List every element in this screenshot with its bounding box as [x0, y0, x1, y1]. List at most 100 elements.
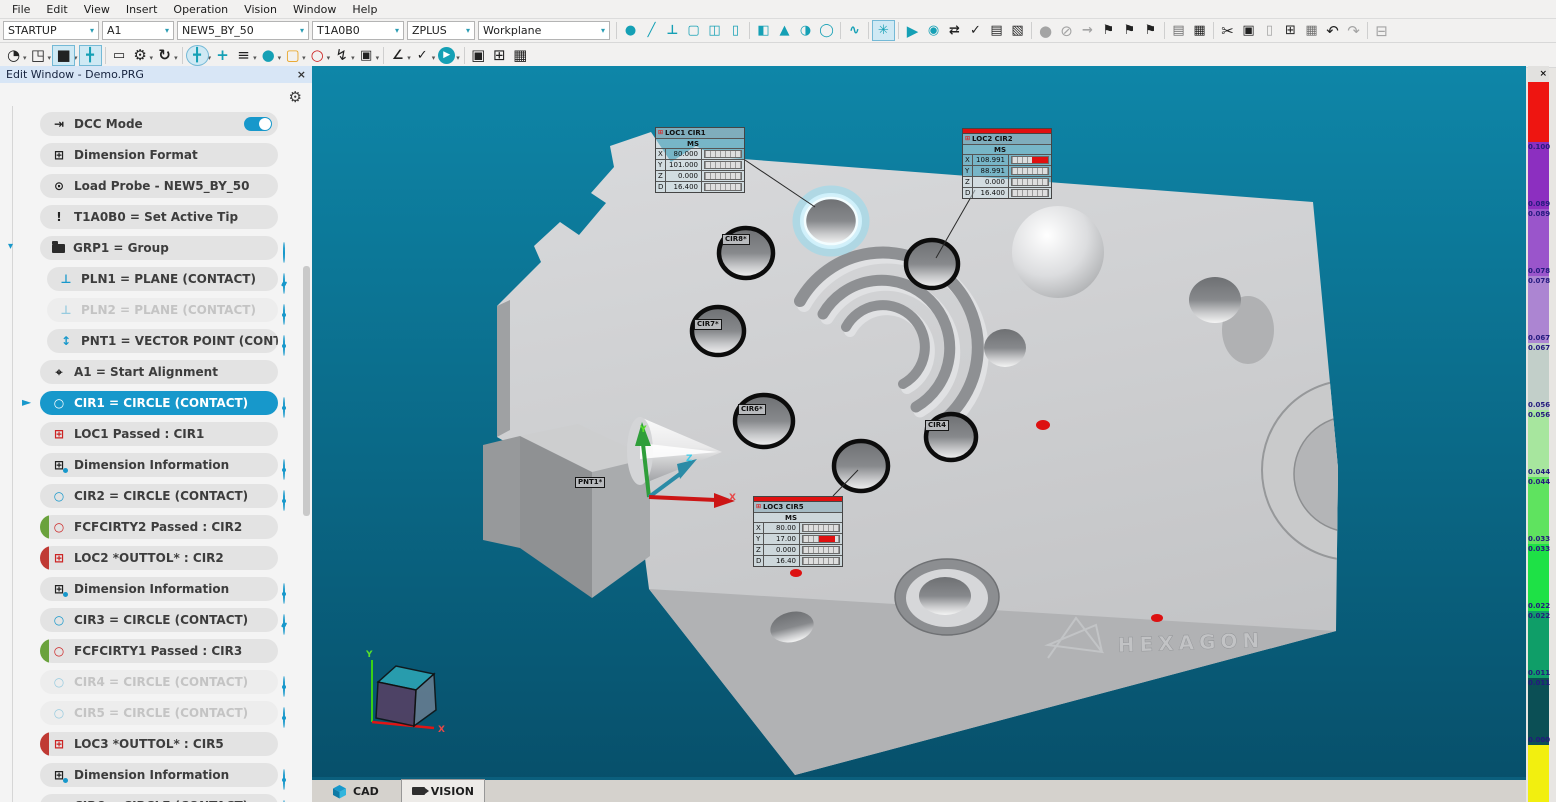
menu-view[interactable]: View [76, 2, 118, 17]
copy-view-icon[interactable]: ▣ [356, 46, 377, 65]
report-snapshot-icon[interactable]: ⊞ [489, 46, 510, 65]
measured-cone-icon[interactable]: ▲ [774, 21, 795, 40]
menu-vision[interactable]: Vision [236, 2, 285, 17]
measured-cylinder-icon[interactable]: ◧ [753, 21, 774, 40]
menu-file[interactable]: File [4, 2, 38, 17]
sphere-mode-icon[interactable]: ● [258, 46, 279, 65]
copy-icon[interactable]: ▣ [1238, 21, 1259, 40]
stop-icon[interactable]: ● [1035, 21, 1056, 40]
rotate-view-icon[interactable]: ↻ [154, 46, 175, 65]
wireframe-view-icon[interactable]: ◳ [28, 46, 49, 65]
dcc-mode-toggle[interactable] [244, 117, 272, 131]
animate-icon[interactable]: ▶ [438, 47, 455, 64]
visibility-toggle[interactable] [283, 615, 301, 627]
workplane-combo[interactable]: Workplane▾ [478, 21, 610, 40]
bookmark-clear-icon[interactable]: ⚑ [1140, 21, 1161, 40]
visibility-toggle[interactable] [283, 243, 301, 255]
menu-operation[interactable]: Operation [165, 2, 236, 17]
pnt1-tag[interactable]: PNT1* [575, 477, 605, 488]
tab-vision[interactable]: VISION [401, 779, 485, 802]
command-cir5[interactable]: ○CIR5 = CIRCLE (CONTACT) [40, 701, 278, 725]
graph-window-icon[interactable]: ▦ [510, 46, 531, 65]
loop-icon[interactable]: ⇄ [944, 21, 965, 40]
loc3-table[interactable]: ⊞LOC3 CIR5MSX80.00Y17.00Z0.000D16.40 [753, 496, 843, 567]
command-cir3[interactable]: ○CIR3 = CIRCLE (CONTACT) [40, 608, 278, 632]
gears-icon[interactable]: ⚙ [130, 46, 151, 65]
pan-view-icon[interactable]: ╋ [186, 45, 209, 66]
visibility-toggle[interactable] [283, 460, 301, 472]
visibility-toggle[interactable] [283, 677, 301, 689]
close-icon[interactable]: × [1539, 69, 1547, 79]
collapse-chevron-icon[interactable]: ▾ [8, 241, 13, 252]
redo-icon[interactable]: ↷ [1343, 21, 1364, 40]
command-dimension[interactable]: ⊞Dimension Information [40, 453, 278, 477]
command-dimension[interactable]: ⊞Dimension Format [40, 143, 278, 167]
cad-viewport[interactable]: HEXAGON Y Z X Y X [312, 66, 1526, 780]
command-cir6[interactable]: ○CIR6 = CIRCLE (CONTACT) [40, 794, 278, 802]
menu-window[interactable]: Window [285, 2, 344, 17]
visibility-toggle[interactable] [283, 305, 301, 317]
animate-icon-caret[interactable]: ▾ [456, 54, 460, 62]
menu-help[interactable]: Help [344, 2, 385, 17]
gear-icon[interactable]: ⚙ [289, 88, 302, 106]
command-a1[interactable]: ⌖A1 = Start Alignment [40, 360, 278, 384]
confirm-icon[interactable]: ✓ [965, 21, 986, 40]
measured-line-icon[interactable]: ╱ [641, 21, 662, 40]
command-grp1[interactable]: GRP1 = Group [40, 236, 278, 260]
zoom-fit-icon[interactable]: ╋ [79, 45, 102, 66]
cir4-tag[interactable]: CIR4 [925, 420, 949, 431]
doc-check-icon[interactable]: ▤ [986, 21, 1007, 40]
loc2-table[interactable]: ⊞LOC2 CIR2MSX108.991Y88.991Z0.000D16.400 [962, 128, 1052, 199]
command-cir1[interactable]: ○CIR1 = CIRCLE (CONTACT) [40, 391, 278, 415]
continue-icon[interactable]: → [1077, 21, 1098, 40]
bookmark-icon[interactable]: ⚑ [1098, 21, 1119, 40]
command-loc2[interactable]: ⊞LOC2 *OUTTOL* : CIR2 [40, 546, 278, 570]
scan-curve-icon[interactable]: ∿ [844, 21, 865, 40]
rect-gage-icon[interactable]: ▢ [282, 46, 303, 65]
visibility-toggle[interactable] [283, 584, 301, 596]
command-load[interactable]: ⊙Load Probe - NEW5_BY_50 [40, 174, 278, 198]
command-t1a0b0[interactable]: !T1A0B0 = Set Active Tip [40, 205, 278, 229]
command-fcfcirty2[interactable]: ○FCFCIRTY2 Passed : CIR2 [40, 515, 278, 539]
measured-point-icon[interactable]: ● [620, 21, 641, 40]
execute-icon[interactable]: ▶ [902, 21, 923, 40]
tab-cad[interactable]: CAD [322, 782, 389, 801]
command-pln1[interactable]: ⊥PLN1 = PLANE (CONTACT) [47, 267, 278, 291]
command-pln2[interactable]: ⊥PLN2 = PLANE (CONTACT) [47, 298, 278, 322]
measured-circle-icon[interactable]: ▢ [683, 21, 704, 40]
calculator-icon[interactable]: ▦ [1301, 21, 1322, 40]
cut-icon[interactable]: ✂ [1217, 21, 1238, 40]
solid-view-icon[interactable]: ■ [52, 45, 75, 66]
active-tip-combo[interactable]: T1A0B0▾ [312, 21, 404, 40]
visibility-toggle[interactable] [283, 398, 301, 410]
auto-feature-icon[interactable]: ✳ [872, 20, 895, 41]
measured-sphere-icon[interactable]: ◑ [795, 21, 816, 40]
command-pnt1[interactable]: ↕PNT1 = VECTOR POINT (CONTAC [47, 329, 278, 353]
close-icon[interactable]: × [297, 68, 306, 81]
visibility-toggle[interactable] [283, 336, 301, 348]
bookmark-insert-icon[interactable]: ⚑ [1119, 21, 1140, 40]
circle-gage-icon[interactable]: ○ [307, 46, 328, 65]
command-fcfcirty1[interactable]: ○FCFCIRTY1 Passed : CIR3 [40, 639, 278, 663]
measured-torus-icon[interactable]: ◯ [816, 21, 837, 40]
report-template-icon[interactable]: ▦ [1189, 21, 1210, 40]
menu-insert[interactable]: Insert [118, 2, 166, 17]
program-combo[interactable]: STARTUP▾ [3, 21, 99, 40]
orientation-cube[interactable]: Y X [365, 650, 445, 735]
cir6-tag[interactable]: CIR6* [738, 404, 766, 415]
cir7-tag[interactable]: CIR7* [694, 319, 722, 330]
report-window-icon[interactable]: ▤ [1168, 21, 1189, 40]
command-dimension[interactable]: ⊞Dimension Information [40, 763, 278, 787]
doc-cancel-icon[interactable]: ▧ [1007, 21, 1028, 40]
command-cir2[interactable]: ○CIR2 = CIRCLE (CONTACT) [40, 484, 278, 508]
alignment-combo[interactable]: A1▾ [102, 21, 174, 40]
probe-file-combo[interactable]: NEW5_BY_50▾ [177, 21, 309, 40]
command-dimension[interactable]: ⊞Dimension Information [40, 577, 278, 601]
undo-icon[interactable]: ↶ [1322, 21, 1343, 40]
feature-list-icon[interactable]: ≡ [233, 46, 254, 65]
loc1-table[interactable]: ⊞LOC1 CIR1MSX80.000Y101.000Z0.000D16.400 [655, 127, 745, 193]
sidebar-scrollbar[interactable] [303, 266, 310, 516]
pattern-icon[interactable]: ⊞ [1280, 21, 1301, 40]
print-icon[interactable]: ⊟ [1371, 21, 1392, 40]
visibility-toggle[interactable] [283, 274, 301, 286]
